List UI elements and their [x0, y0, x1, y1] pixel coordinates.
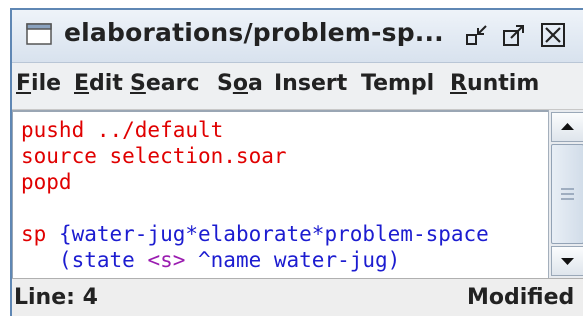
code-line: source selection.soar	[21, 144, 287, 168]
menu-mnemonic: R	[450, 71, 467, 96]
code-editor[interactable]: pushd ../default source selection.soar p…	[12, 110, 548, 280]
close-icon[interactable]	[540, 22, 566, 48]
scroll-thumb[interactable]	[551, 144, 583, 244]
vertical-scrollbar[interactable]	[548, 110, 583, 278]
menu-runtime[interactable]: Runtim	[450, 71, 539, 96]
code-token: source selection.soar	[21, 144, 287, 168]
code-token: {water-jug*elaborate*problem-space	[58, 222, 489, 246]
title-bar[interactable]: elaborations/problem-sp...	[12, 10, 583, 63]
scroll-up-button[interactable]	[551, 112, 583, 142]
code-token: <s>	[147, 248, 186, 272]
window-title: elaborations/problem-sp...	[64, 18, 444, 47]
code-token: ^name water-jug)	[185, 248, 401, 272]
menu-file[interactable]: File	[16, 71, 61, 96]
arrow-up-icon	[561, 123, 574, 130]
code-line: pushd ../default	[21, 118, 223, 142]
modified-indicator: Modified	[467, 285, 575, 310]
menu-bar: File Edit Searc Soa Insert Templ Runtim	[12, 63, 583, 110]
code-line: popd	[21, 170, 72, 194]
arrow-down-icon	[561, 258, 574, 265]
menu-mnemonic: S	[130, 71, 146, 96]
menu-search[interactable]: Searc	[130, 71, 200, 96]
minimize-icon[interactable]	[464, 22, 490, 48]
code-line: sp {water-jug*elaborate*problem-space	[21, 222, 489, 246]
window-icon	[26, 23, 52, 45]
code-line: (state <s> ^name water-jug)	[21, 248, 400, 272]
menu-soar[interactable]: Soa	[217, 71, 263, 96]
menu-mnemonic: F	[16, 71, 32, 96]
menu-insert[interactable]: Insert	[274, 71, 347, 96]
menu-mnemonic: E	[74, 71, 90, 96]
menu-templates[interactable]: Templ	[361, 71, 434, 96]
menu-mnemonic: o	[232, 71, 248, 96]
menu-edit[interactable]: Edit	[74, 71, 123, 96]
line-indicator: Line: 4	[14, 285, 98, 310]
maximize-icon[interactable]	[501, 22, 527, 48]
code-token: sp	[21, 222, 59, 246]
scroll-down-button[interactable]	[551, 246, 583, 276]
status-bar: Line: 4 Modified	[12, 278, 583, 316]
code-token: popd	[21, 170, 72, 194]
code-token: pushd ../default	[21, 118, 224, 142]
grip-icon	[561, 188, 574, 200]
code-token: (state	[21, 248, 148, 272]
editor-window: elaborations/problem-sp... File Edit Sea…	[10, 8, 583, 316]
